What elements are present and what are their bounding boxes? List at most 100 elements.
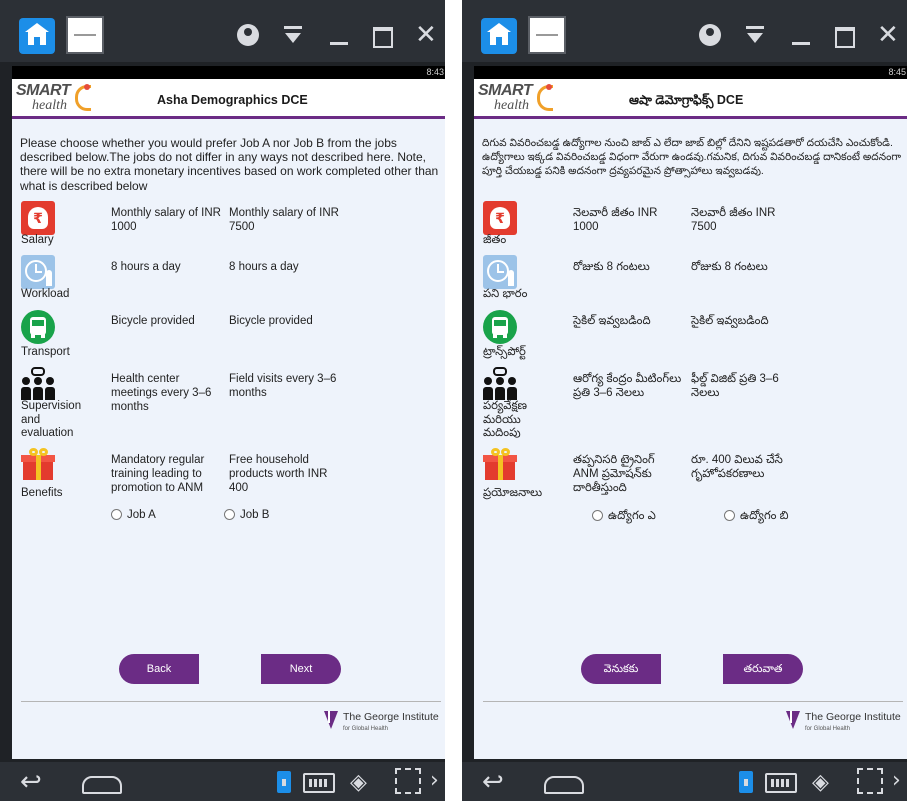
radio-circle-icon[interactable] [111,509,122,520]
keyboard-icon[interactable] [765,773,797,793]
back-icon[interactable]: ↩ [20,769,58,795]
logo-health-text: health [32,98,67,113]
phone-icon[interactable] [739,771,753,793]
job-a-benefits: తప్పనిసరి ట్రైనింగ్ ANM ప్రమోషన్‌కు దారి… [573,454,655,494]
account-icon[interactable] [237,24,259,46]
job-b-benefits: రూ. 400 విలువ చేసే గృహోపకరణాలు [691,454,783,480]
minimize-icon[interactable] [791,24,813,46]
salary-icon: ₹ [483,201,517,235]
more-icon[interactable]: › [892,768,901,793]
job-a-transport: Bicycle provided [111,315,195,327]
fullscreen-icon[interactable] [395,768,421,794]
job-b-workload: 8 hours a day [229,261,299,273]
page-title: Asha Demographics DCE [157,93,308,107]
radio-job-b-label: Job B [240,509,270,521]
page-title: ఆషా డెమోగ్రాఫిక్స్ DCE [629,93,744,107]
george-institute-logo-icon [786,711,800,731]
account-icon[interactable] [699,24,721,46]
job-a-workload: 8 hours a day [111,261,181,273]
gift-icon [483,448,517,482]
app-screen: SMART health Asha Demographics DCE Pleas… [12,79,445,759]
attribute-label-salary: జీతం [483,234,507,246]
radio-circle-icon[interactable] [592,510,603,521]
gift-icon [21,448,55,482]
close-icon[interactable]: ✕ [415,22,437,48]
salary-icon: ₹ [21,201,55,235]
radio-job-a[interactable]: ఉద్యోగం ఎ [592,509,656,525]
radio-circle-icon[interactable] [724,510,735,521]
job-a-transport: సైకిల్ ఇవ్వబడింది [573,315,651,327]
maximize-icon[interactable] [834,24,856,48]
download-icon[interactable] [283,24,305,46]
next-button[interactable]: తరువాత [723,654,803,684]
emulator-nav-bar: ↩ ◈ › [0,762,445,801]
attribute-label-benefits: ప్రయోజనాలు [483,487,543,499]
close-icon[interactable]: ✕ [877,22,899,48]
george-institute-subtitle: for Global Health [343,726,389,732]
attribute-label-transport: ట్రాన్స్‌పోర్ట్ [483,346,526,358]
app-thumbnail[interactable] [528,16,566,54]
back-button[interactable]: వెనుకకు [581,654,661,684]
next-button[interactable]: Next [261,654,341,684]
job-a-workload: రోజుకు 8 గంటలు [573,261,650,273]
back-icon[interactable]: ↩ [482,769,520,795]
more-icon[interactable]: › [430,768,439,793]
app-header: SMART health Asha Demographics DCE [12,79,445,119]
home-icon[interactable] [481,18,517,54]
logo-health-text: health [494,98,529,113]
emulator-window-telugu: ✕ 8:45 SMART health ఆషా డెమోగ్రాఫిక్స్ D… [462,0,907,801]
logo-dot [84,84,90,90]
download-icon[interactable] [745,24,767,46]
maximize-icon[interactable] [372,24,394,48]
attribute-label-workload: Workload [21,288,70,300]
app-screen: SMART health ఆషా డెమోగ్రాఫిక్స్ DCE దిగు… [474,79,907,759]
footer-divider [21,701,441,702]
back-button[interactable]: Back [119,654,199,684]
job-a-salary: నెలవారీ జీతం INR 1000 [573,207,658,233]
minimize-icon[interactable] [329,24,351,46]
job-a-salary: Monthly salary of INR 1000 [111,207,221,233]
emulator-window-english: ✕ 8:43 SMART health Asha Demographics DC… [0,0,445,801]
app-thumbnail[interactable] [66,16,104,54]
supervision-people-icon [483,367,517,402]
eye-off-icon[interactable]: ◈ [350,770,367,795]
home-icon[interactable] [19,18,55,54]
keyboard-icon[interactable] [303,773,335,793]
job-a-benefits: Mandatory regular training leading to pr… [111,454,205,494]
radio-job-a[interactable]: Job A [111,509,156,521]
job-b-salary: నెలవారీ జీతం INR 7500 [691,207,776,233]
attribute-label-supervision: Supervision and evaluation [21,400,82,439]
george-institute-name: The George Institute [805,711,901,723]
home-outline-icon[interactable] [544,776,584,794]
job-b-benefits: Free household products worth INR 400 [229,454,328,494]
job-b-supervision: Field visits every 3–6 months [229,373,337,399]
job-b-supervision: ఫీల్డ్ విజిట్ ప్రతి 3–6 నెలలు [691,373,779,399]
fullscreen-icon[interactable] [857,768,883,794]
george-institute-name: The George Institute [343,711,439,723]
bus-icon [483,310,517,344]
george-institute-subtitle: for Global Health [805,726,851,732]
phone-icon[interactable] [277,771,291,793]
attribute-label-supervision: పర్యవేక్షణ మరియు మదింపు [483,400,527,439]
status-bar-time: 8:45 [474,66,907,79]
job-b-workload: రోజుకు 8 గంటలు [691,261,768,273]
emulator-title-bar: ✕ [462,0,907,62]
supervision-people-icon [21,367,55,402]
radio-job-b[interactable]: Job B [224,509,269,521]
radio-job-b-label: ఉద్యోగం బి [740,510,789,522]
radio-job-a-label: ఉద్యోగం ఎ [608,510,656,522]
job-b-salary: Monthly salary of INR 7500 [229,207,339,233]
clock-workload-icon [483,255,517,289]
status-bar-time: 8:43 [12,66,445,79]
emulator-nav-bar: ↩ ◈ › [462,762,907,801]
emulator-title-bar: ✕ [0,0,445,62]
home-outline-icon[interactable] [82,776,122,794]
job-b-transport: సైకిల్ ఇవ్వబడింది [691,315,769,327]
radio-job-b[interactable]: ఉద్యోగం బి [724,509,789,525]
attribute-label-workload: పని భారం [483,288,528,300]
radio-job-a-label: Job A [127,509,156,521]
app-header: SMART health ఆషా డెమోగ్రాఫిక్స్ DCE [474,79,907,119]
eye-off-icon[interactable]: ◈ [812,770,829,795]
radio-circle-icon[interactable] [224,509,235,520]
job-a-supervision: Health center meetings every 3–6 months [111,373,212,413]
